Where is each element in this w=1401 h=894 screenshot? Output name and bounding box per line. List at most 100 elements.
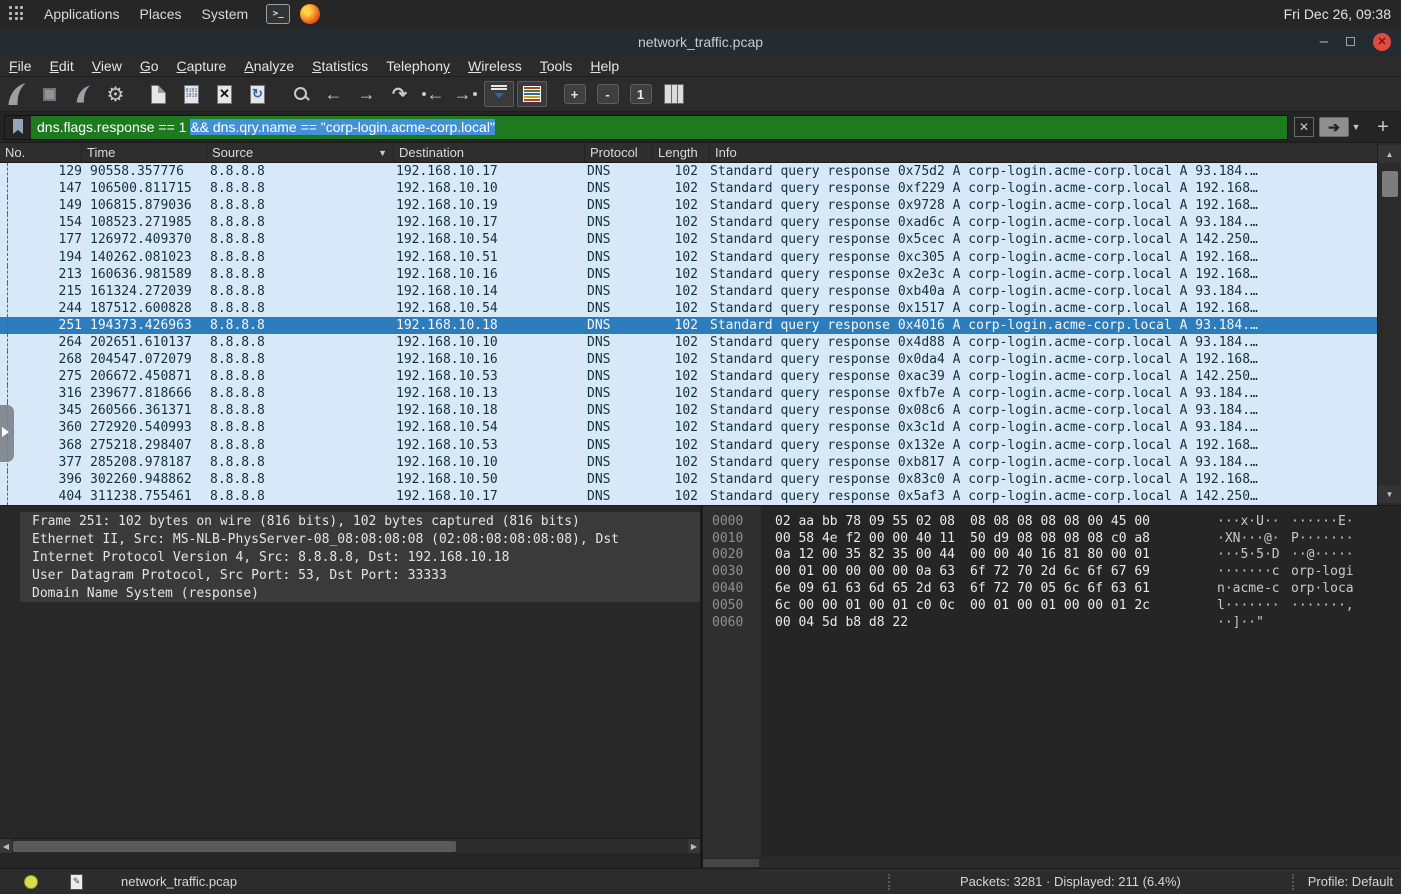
menu-item[interactable]: File bbox=[0, 58, 41, 74]
column-header-length[interactable]: Length bbox=[653, 143, 710, 162]
menu-item[interactable]: Go bbox=[131, 58, 168, 74]
table-row[interactable]: ← 129 90558.357776 8.8.8.8 192.168.10.17… bbox=[0, 163, 1377, 181]
places-menu[interactable]: Places bbox=[130, 0, 192, 27]
scrollbar-thumb[interactable] bbox=[13, 841, 456, 852]
go-to-packet-icon[interactable]: ↷ bbox=[383, 79, 416, 109]
filter-dropdown-icon[interactable]: ▼ bbox=[1349, 122, 1363, 132]
start-capture-icon[interactable] bbox=[0, 79, 33, 109]
scroll-down-icon[interactable]: ▼ bbox=[1378, 485, 1401, 503]
scroll-up-icon[interactable]: ▲ bbox=[1378, 145, 1401, 163]
details-horizontal-scrollbar[interactable]: ◀ ▶ bbox=[0, 838, 700, 853]
table-row[interactable]: ← 244 187512.600828 8.8.8.8 192.168.10.5… bbox=[0, 299, 1377, 317]
detail-tree-row[interactable]: ▶ Domain Name System (response) bbox=[20, 584, 700, 602]
go-forward-icon[interactable]: → bbox=[350, 79, 383, 109]
filter-bookmark-icon[interactable] bbox=[5, 115, 31, 139]
hex-row[interactable]: 0020 0a 12 00 35 82 35 00 44 00 00 40 16… bbox=[703, 547, 1401, 564]
table-row[interactable]: ← 194 140262.081023 8.8.8.8 192.168.10.5… bbox=[0, 248, 1377, 266]
go-first-icon[interactable]: ← bbox=[416, 79, 449, 109]
terminal-launcher-icon[interactable]: >_ bbox=[266, 3, 291, 24]
menu-item[interactable]: Telephony bbox=[377, 58, 459, 74]
hex-row[interactable]: 0000 02 aa bb 78 09 55 02 08 08 08 08 08… bbox=[703, 513, 1401, 530]
colorize-icon[interactable] bbox=[515, 79, 548, 109]
firefox-launcher-icon[interactable] bbox=[300, 3, 321, 24]
table-row[interactable]: ← 154 108523.271985 8.8.8.8 192.168.10.1… bbox=[0, 214, 1377, 232]
system-menu[interactable]: System bbox=[192, 0, 259, 27]
scrollbar-thumb[interactable] bbox=[1382, 171, 1398, 197]
zoom-out-icon[interactable]: - bbox=[591, 79, 624, 109]
detail-tree-row[interactable]: ▶ Frame 251: 102 bytes on wire (816 bits… bbox=[20, 512, 700, 530]
auto-scroll-icon[interactable] bbox=[482, 79, 515, 109]
table-row[interactable]: ← 404 311238.755461 8.8.8.8 192.168.10.1… bbox=[0, 487, 1377, 505]
scrollbar-thumb[interactable] bbox=[703, 859, 759, 867]
panel-clock[interactable]: Fri Dec 26, 09:38 bbox=[1284, 6, 1391, 22]
zoom-in-icon[interactable]: + bbox=[558, 79, 591, 109]
menu-item[interactable]: Edit bbox=[41, 58, 83, 74]
menu-item[interactable]: Capture bbox=[168, 58, 236, 74]
hex-row[interactable]: 0040 6e 09 61 63 6d 65 2d 63 6f 72 70 05… bbox=[703, 580, 1401, 597]
drawer-handle[interactable] bbox=[0, 405, 14, 462]
close-file-icon[interactable]: ✕ bbox=[208, 79, 241, 109]
table-row[interactable]: ← 177 126972.409370 8.8.8.8 192.168.10.5… bbox=[0, 231, 1377, 249]
table-row[interactable]: ← 213 160636.981589 8.8.8.8 192.168.10.1… bbox=[0, 265, 1377, 283]
resize-columns-icon[interactable] bbox=[657, 79, 690, 109]
hex-row[interactable]: 0060 00 04 5d b8 d8 22 ··]··" bbox=[703, 614, 1401, 631]
go-last-icon[interactable]: → bbox=[449, 79, 482, 109]
column-header-source[interactable]: Source ▼ bbox=[207, 143, 394, 162]
close-button[interactable]: ✕ bbox=[1373, 32, 1391, 51]
status-profile[interactable]: Profile: Default bbox=[1308, 874, 1393, 889]
menu-item[interactable]: Help bbox=[581, 58, 628, 74]
scroll-left-icon[interactable]: ◀ bbox=[0, 839, 12, 853]
status-filename[interactable]: network_traffic.pcap bbox=[121, 874, 237, 889]
scroll-right-icon[interactable]: ▶ bbox=[688, 839, 700, 853]
go-back-icon[interactable]: ← bbox=[317, 79, 350, 109]
menu-item[interactable]: View bbox=[83, 58, 131, 74]
window-titlebar[interactable]: network_traffic.pcap – ✕ bbox=[0, 27, 1401, 56]
table-row[interactable]: ← 215 161324.272039 8.8.8.8 192.168.10.1… bbox=[0, 282, 1377, 300]
detail-tree-row[interactable]: ▶ Internet Protocol Version 4, Src: 8.8.… bbox=[20, 548, 700, 566]
maximize-button[interactable] bbox=[1346, 37, 1355, 46]
packet-list-scrollbar[interactable]: ▲ ▼ bbox=[1377, 143, 1401, 505]
capture-comment-icon[interactable]: ✎ bbox=[70, 873, 83, 890]
hex-horizontal-scrollbar[interactable] bbox=[703, 857, 1401, 868]
column-header-protocol[interactable]: Protocol bbox=[585, 143, 653, 162]
column-header-info[interactable]: Info bbox=[710, 143, 1377, 162]
zoom-normal-icon[interactable]: 1 bbox=[624, 79, 657, 109]
stop-capture-icon[interactable] bbox=[33, 79, 66, 109]
clear-filter-icon[interactable]: ✕ bbox=[1294, 117, 1314, 137]
table-row[interactable]: ← 368 275218.298407 8.8.8.8 192.168.10.5… bbox=[0, 436, 1377, 454]
table-row[interactable]: ← 268 204547.072079 8.8.8.8 192.168.10.1… bbox=[0, 351, 1377, 369]
detail-tree-row[interactable]: ▶ Ethernet II, Src: MS-NLB-PhysServer-08… bbox=[20, 530, 700, 548]
display-filter-input[interactable]: dns.flags.response == 1 && dns.qry.name … bbox=[4, 114, 1288, 140]
expert-info-icon[interactable] bbox=[24, 874, 38, 889]
table-row[interactable]: ← 147 106500.811715 8.8.8.8 192.168.10.1… bbox=[0, 180, 1377, 198]
hex-row[interactable]: 0050 6c 00 00 01 00 01 c0 0c 00 01 00 01… bbox=[703, 597, 1401, 614]
find-packet-icon[interactable] bbox=[284, 79, 317, 109]
minimize-button[interactable]: – bbox=[1320, 34, 1328, 49]
table-row[interactable]: ← 149 106815.879036 8.8.8.8 192.168.10.1… bbox=[0, 197, 1377, 215]
table-row[interactable]: ← 251 194373.426963 8.8.8.8 192.168.10.1… bbox=[0, 316, 1377, 334]
menu-item[interactable]: Tools bbox=[531, 58, 582, 74]
apply-filter-icon[interactable]: ➔ bbox=[1319, 117, 1349, 137]
open-file-icon[interactable] bbox=[142, 79, 175, 109]
menu-item[interactable]: Wireless bbox=[459, 58, 531, 74]
reload-file-icon[interactable]: ↻ bbox=[241, 79, 274, 109]
applications-menu[interactable]: Applications bbox=[34, 0, 130, 27]
app-grid-icon[interactable] bbox=[9, 6, 24, 21]
menu-item[interactable]: Analyze bbox=[235, 58, 303, 74]
table-row[interactable]: ← 264 202651.610137 8.8.8.8 192.168.10.1… bbox=[0, 333, 1377, 352]
column-header-destination[interactable]: Destination bbox=[394, 143, 585, 162]
table-row[interactable]: ← 345 260566.361371 8.8.8.8 192.168.10.1… bbox=[0, 402, 1377, 420]
column-header-time[interactable]: Time bbox=[82, 143, 207, 162]
menu-item[interactable]: Statistics bbox=[303, 58, 377, 74]
capture-options-icon[interactable]: ⚙ bbox=[99, 79, 132, 109]
restart-capture-icon[interactable] bbox=[66, 79, 99, 109]
table-row[interactable]: ← 396 302260.948862 8.8.8.8 192.168.10.5… bbox=[0, 470, 1377, 488]
save-file-icon[interactable]: 0101 1010 bbox=[175, 79, 208, 109]
detail-tree-row[interactable]: ▶ User Datagram Protocol, Src Port: 53, … bbox=[20, 566, 700, 584]
table-row[interactable]: ← 360 272920.540993 8.8.8.8 192.168.10.5… bbox=[0, 419, 1377, 437]
table-row[interactable]: ← 316 239677.818666 8.8.8.8 192.168.10.1… bbox=[0, 385, 1377, 403]
table-row[interactable]: ← 377 285208.978187 8.8.8.8 192.168.10.1… bbox=[0, 453, 1377, 471]
column-header-no[interactable]: No. bbox=[0, 143, 82, 162]
hex-row[interactable]: 0030 00 01 00 00 00 00 0a 63 6f 72 70 2d… bbox=[703, 563, 1401, 580]
add-filter-button-icon[interactable]: + bbox=[1371, 116, 1395, 139]
